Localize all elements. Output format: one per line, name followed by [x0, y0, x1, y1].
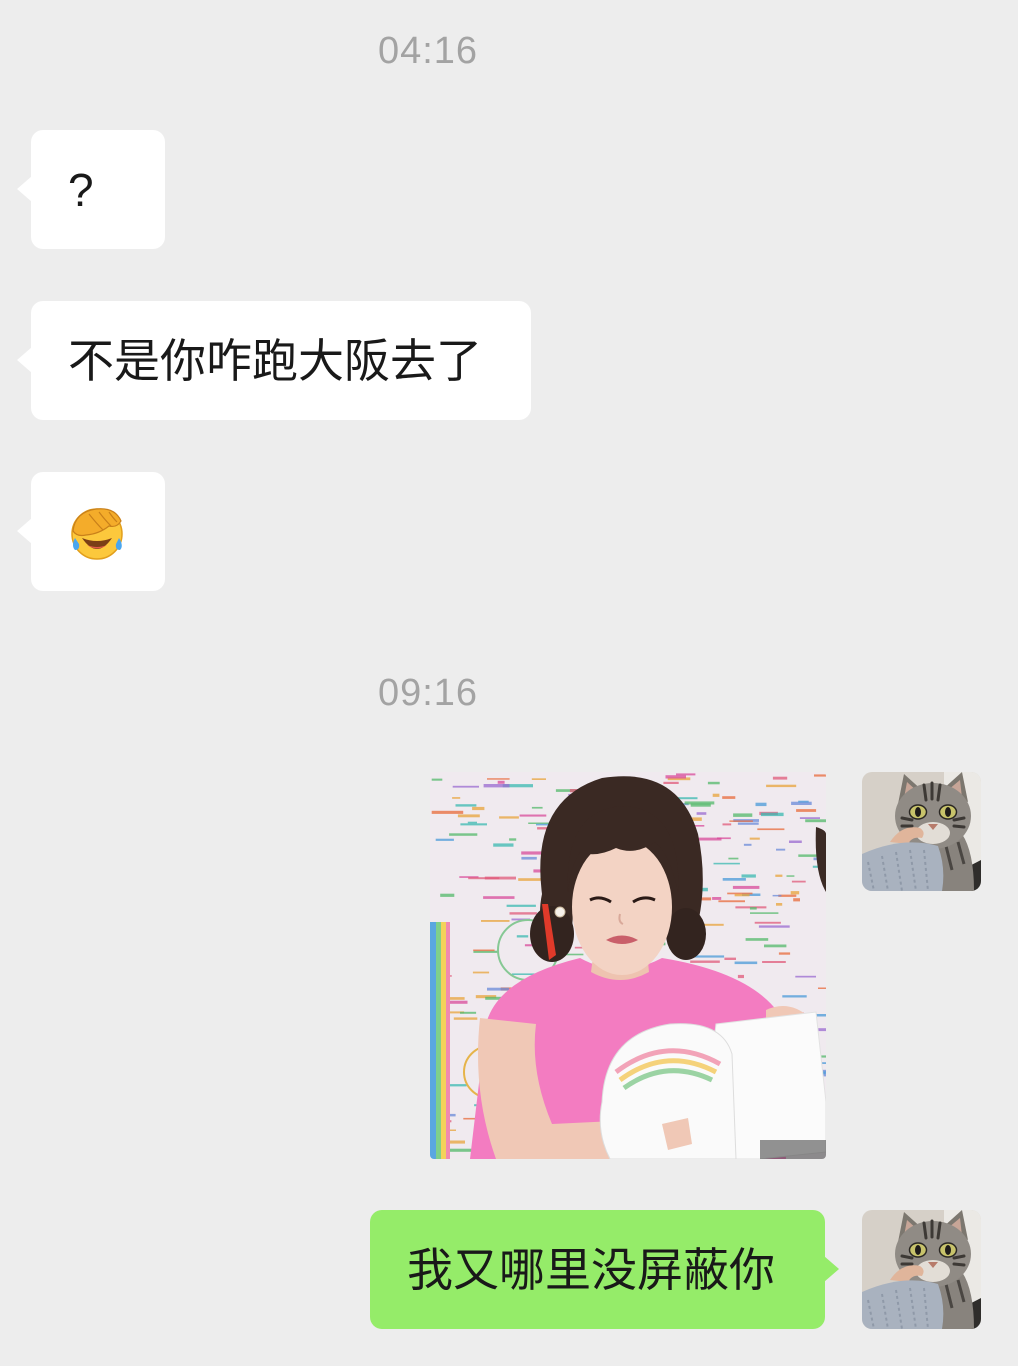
incoming-message-bubble[interactable]: 不是你咋跑大阪去了 [17, 301, 531, 420]
timestamp: 09:16 [377, 672, 479, 714]
message-text: 我又哪里没屏蔽你 [407, 1243, 775, 1296]
self-avatar[interactable] [862, 772, 981, 891]
message-text: 不是你咋跑大阪去了 [68, 334, 482, 387]
cat-avatar-icon [862, 1210, 981, 1329]
photo-image [430, 772, 826, 1159]
facepalm-emoji-icon [71, 507, 123, 560]
image-message[interactable] [430, 772, 826, 1159]
cat-avatar-icon [862, 772, 981, 891]
message-text: ? [68, 163, 94, 216]
incoming-emoji-bubble[interactable] [17, 472, 165, 591]
incoming-message-bubble[interactable]: ? [17, 130, 165, 249]
timestamp: 04:16 [377, 30, 479, 72]
outgoing-message-bubble[interactable]: 我又哪里没屏蔽你 [370, 1210, 839, 1329]
self-avatar[interactable] [862, 1210, 981, 1329]
